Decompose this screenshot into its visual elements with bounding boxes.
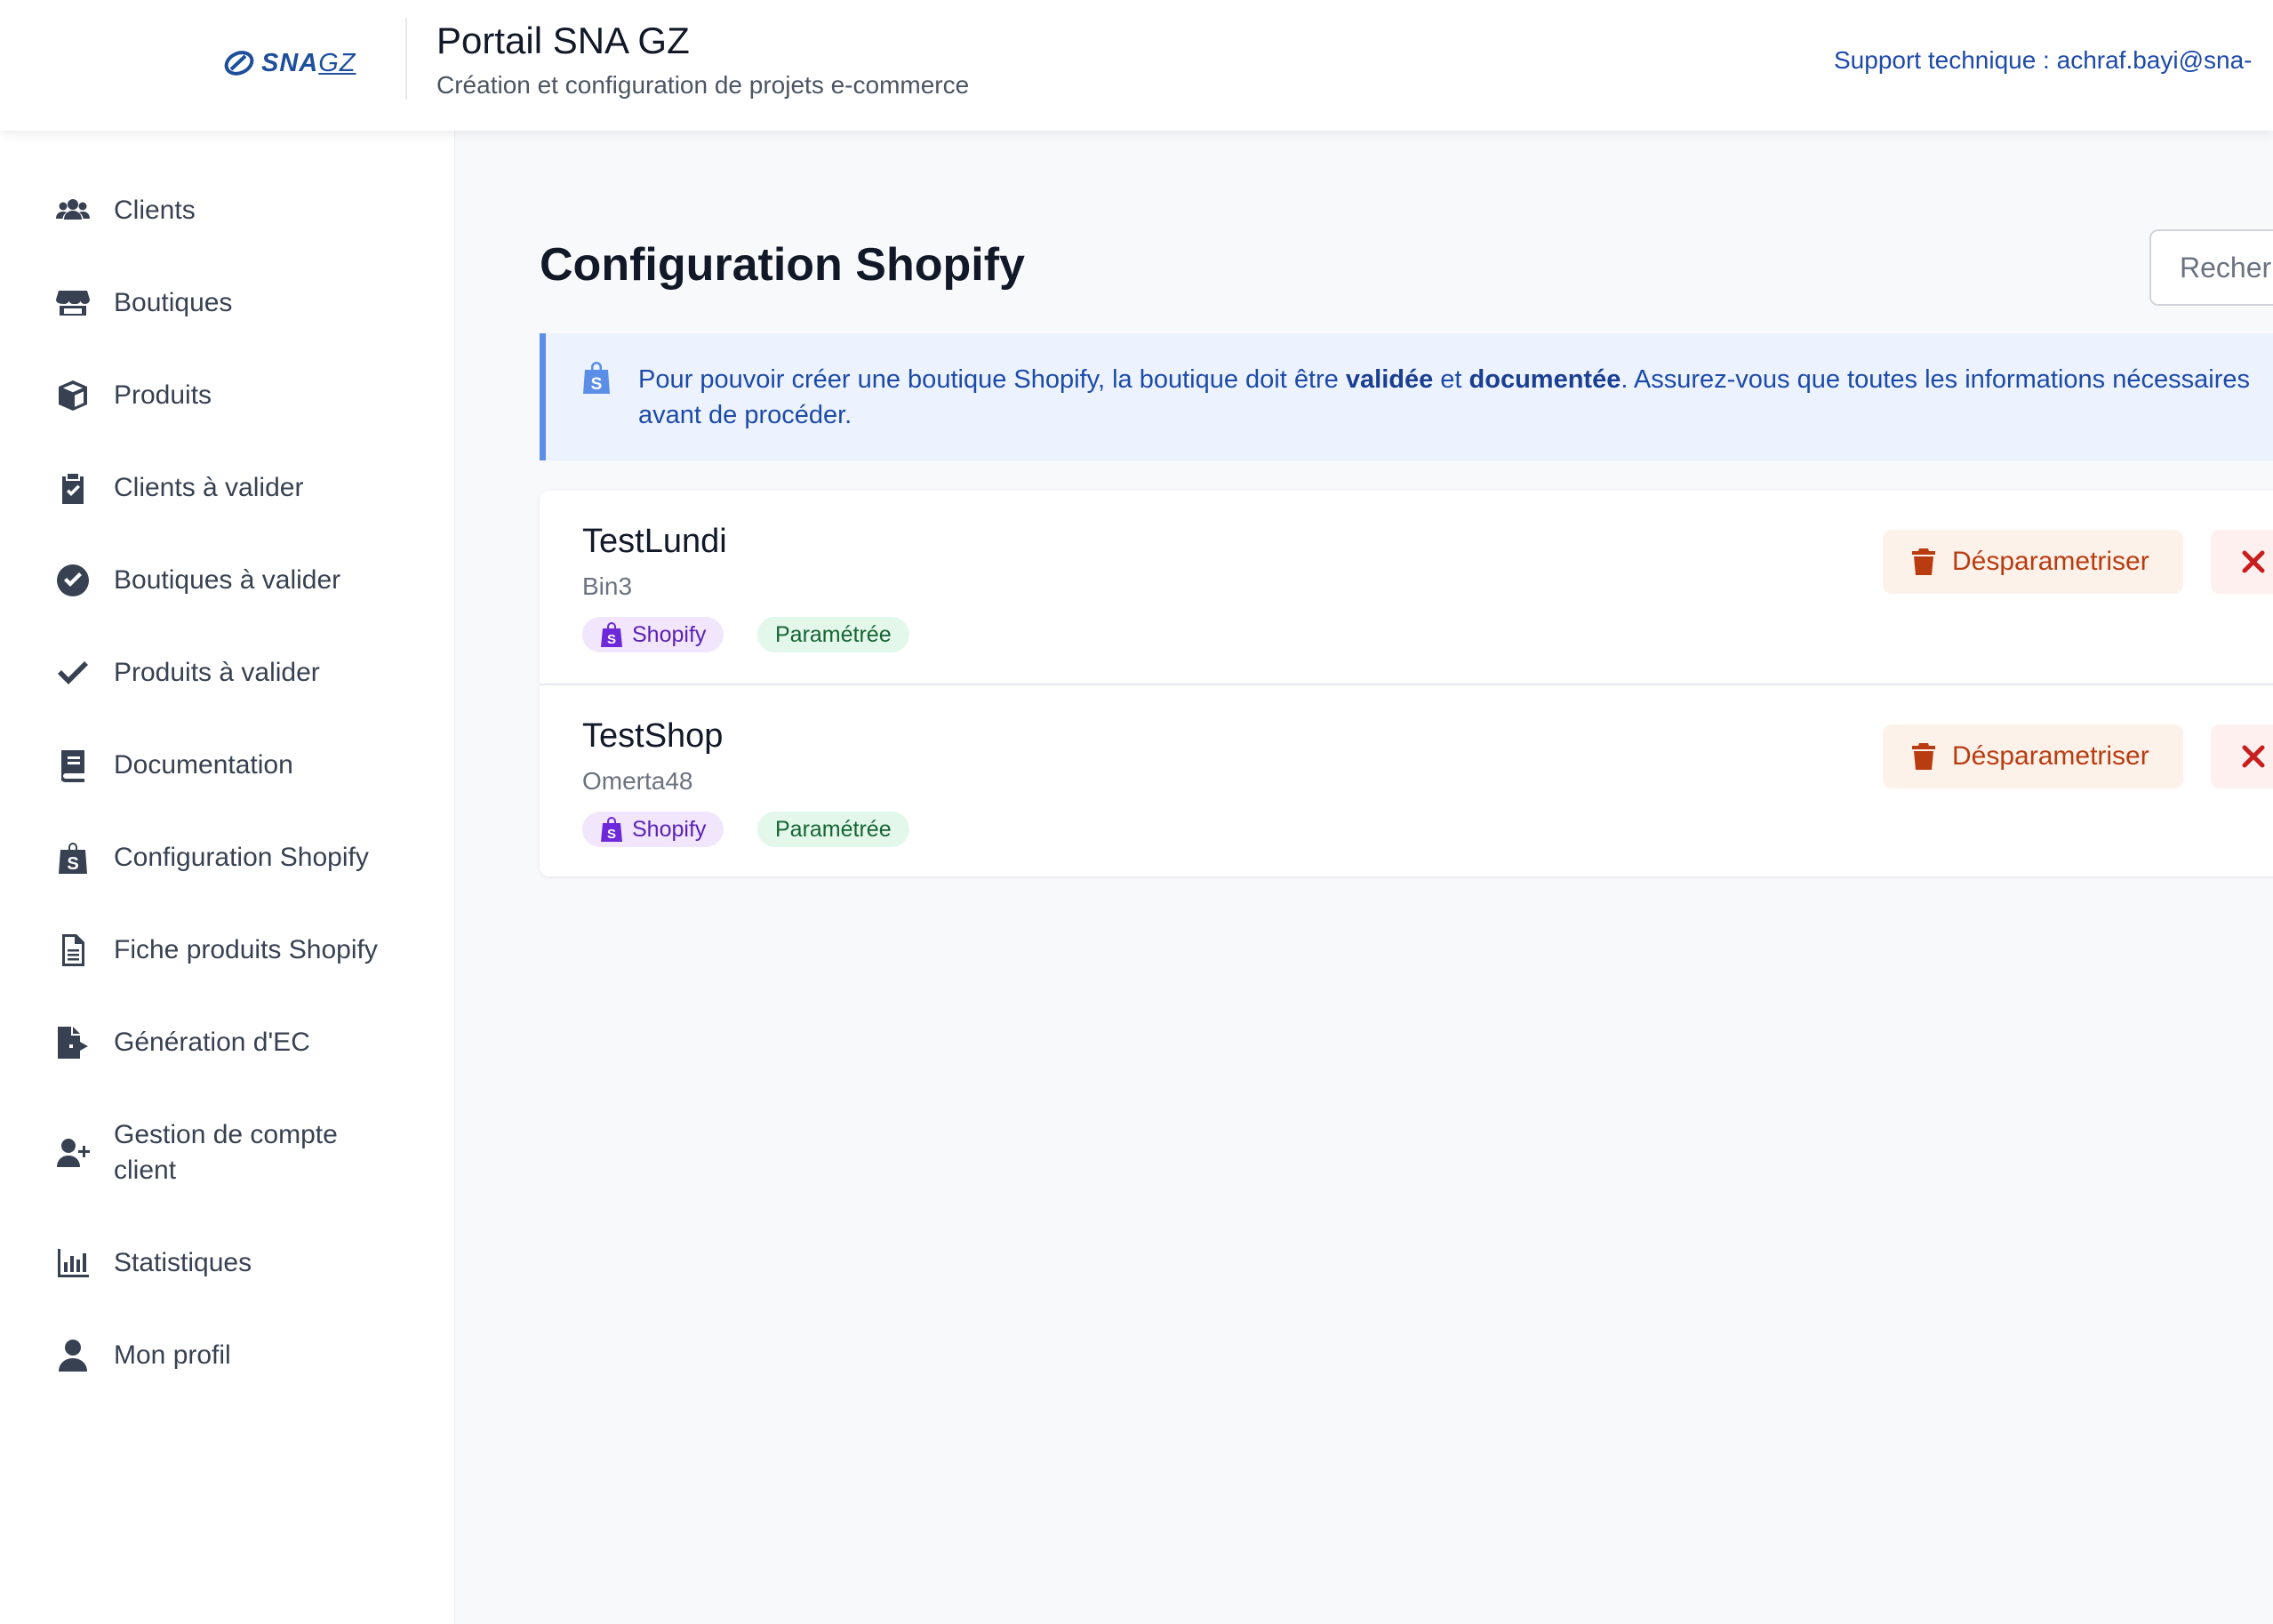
user-icon	[53, 1338, 92, 1373]
sidebar-item-label: Configuration Shopify	[114, 843, 369, 872]
store-icon	[53, 285, 92, 321]
status-badge: Paramétrée	[757, 812, 909, 847]
info-message: Pour pouvoir créer une boutique Shopify,…	[638, 365, 2250, 429]
status-badge: Paramétrée	[757, 617, 909, 652]
sidebar-item-statistiques[interactable]: Statistiques	[53, 1245, 436, 1281]
sidebar-item-label: Boutiques à valider	[114, 565, 341, 595]
support-contact-link[interactable]: Support technique : achraf.bayi@sna-	[1834, 46, 2252, 75]
close-icon	[2242, 550, 2265, 573]
sidebar-item-produits-a-valider[interactable]: Produits à valider	[53, 655, 436, 691]
shop-name: TestShop	[582, 717, 724, 755]
svg-text:S: S	[591, 375, 603, 394]
logo-text: SNAGZ	[261, 48, 356, 77]
header-divider	[405, 18, 407, 100]
shop-owner: Bin3	[582, 572, 633, 600]
sidebar-item-label: Génération d'EC	[114, 1028, 310, 1057]
search-input[interactable]	[2149, 229, 2273, 306]
sidebar-item-label: Produits à valider	[114, 658, 320, 687]
sidebar-item-label: Clients	[114, 196, 196, 225]
sidebar-item-label: Produits	[114, 380, 212, 410]
book-icon	[53, 748, 92, 783]
close-icon	[2242, 745, 2265, 768]
sidebar-item-gestion-compte-client[interactable]: Gestion de compte client	[53, 1117, 436, 1188]
sidebar-item-label: Documentation	[114, 750, 293, 780]
sidebar-item-boutiques[interactable]: Boutiques	[53, 285, 436, 321]
info-banner: S Pour pouvoir créer une boutique Shopif…	[540, 333, 2273, 460]
circle-check-icon	[53, 563, 92, 598]
chart-bar-icon	[53, 1245, 92, 1281]
platform-badge: S Shopify	[582, 617, 724, 652]
user-plus-icon	[53, 1135, 92, 1171]
shop-row: TestLundi Bin3 S Shopify Paramétrée Désp…	[540, 491, 2273, 684]
sidebar-item-label: Fiche produits Shopify	[114, 935, 378, 964]
app-title: Portail SNA GZ	[436, 20, 690, 61]
sidebar-item-fiche-produits-shopify[interactable]: Fiche produits Shopify	[53, 932, 436, 968]
check-icon	[53, 655, 92, 691]
sidebar-item-clients[interactable]: Clients	[53, 193, 436, 228]
sidebar-item-label: Mon profil	[114, 1340, 231, 1370]
file-export-icon	[53, 1025, 92, 1060]
users-icon	[53, 193, 92, 228]
sidebar-item-configuration-shopify[interactable]: S Configuration Shopify	[53, 840, 436, 876]
sidebar: Clients Boutiques Produits Clients à val…	[0, 131, 455, 1624]
platform-badge: S Shopify	[582, 812, 724, 847]
unparameterize-button[interactable]: Désparametriser	[1883, 530, 2183, 594]
unparameterize-button[interactable]: Désparametriser	[1883, 724, 2183, 788]
sidebar-item-generation-ec[interactable]: Génération d'EC	[53, 1025, 436, 1060]
app-header: SNAGZ Portail SNA GZ Création et configu…	[0, 0, 2273, 131]
sidebar-item-mon-profil[interactable]: Mon profil	[53, 1338, 436, 1373]
box-icon	[53, 378, 92, 413]
svg-text:S: S	[607, 827, 616, 842]
trash-icon	[1912, 743, 1935, 770]
page-title: Configuration Shopify	[540, 239, 1025, 291]
sidebar-item-label: Statistiques	[114, 1248, 252, 1277]
remove-button[interactable]	[2211, 530, 2273, 594]
sidebar-item-produits[interactable]: Produits	[53, 378, 436, 413]
shopify-bag-icon: S	[53, 840, 92, 876]
app-subtitle: Création et configuration de projets e-c…	[436, 71, 970, 99]
sidebar-item-label: Gestion de compte client	[114, 1120, 338, 1185]
remove-button[interactable]	[2211, 724, 2273, 788]
sidebar-item-label: Boutiques	[114, 288, 233, 317]
logo-swirl-icon	[224, 51, 254, 76]
file-lines-icon	[53, 932, 92, 968]
sidebar-item-clients-a-valider[interactable]: Clients à valider	[53, 470, 436, 506]
svg-text:S: S	[607, 632, 616, 647]
trash-icon	[1912, 548, 1935, 575]
shopify-bag-icon: S	[601, 622, 622, 647]
shopify-bag-icon: S	[583, 362, 610, 394]
svg-text:S: S	[67, 854, 78, 874]
sidebar-item-documentation[interactable]: Documentation	[53, 748, 436, 783]
shop-owner: Omerta48	[582, 767, 693, 795]
sidebar-item-label: Clients à valider	[114, 473, 304, 502]
shop-name: TestLundi	[582, 523, 727, 560]
shopify-bag-icon: S	[601, 817, 622, 842]
sidebar-item-boutiques-a-valider[interactable]: Boutiques à valider	[53, 563, 436, 598]
clipboard-check-icon	[53, 470, 92, 506]
shop-row: TestShop Omerta48 S Shopify Paramétrée D…	[540, 684, 2273, 876]
brand-logo[interactable]: SNAGZ	[222, 48, 379, 78]
shop-list: TestLundi Bin3 S Shopify Paramétrée Désp…	[540, 491, 2273, 876]
